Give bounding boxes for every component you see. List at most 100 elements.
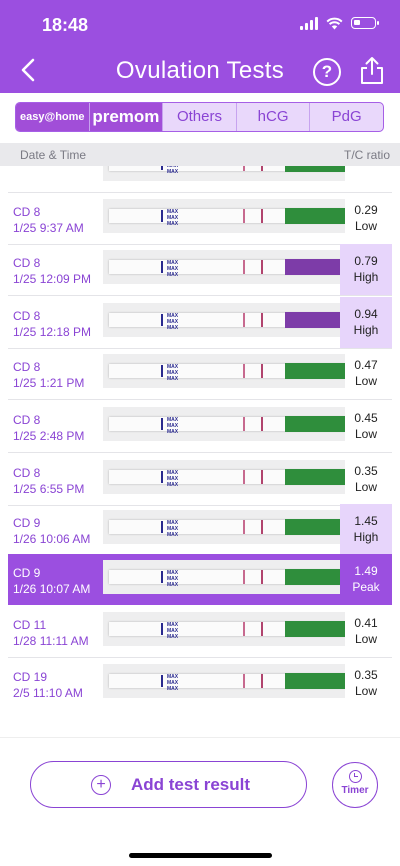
date-time-column-label: Date & Time <box>20 148 87 162</box>
test-date-time: CD 19 2/5 11:10 AM <box>13 669 103 701</box>
strip-arrow-mark <box>161 521 163 533</box>
tab-pdg[interactable]: PdG <box>310 103 383 131</box>
strip-arrow-mark <box>161 675 163 687</box>
test-line <box>243 364 245 378</box>
tc-ratio-cell: 0.45 Low <box>340 401 392 452</box>
clock-icon <box>348 770 362 783</box>
strip-max-label: MAXMAXMAX <box>167 364 179 382</box>
test-line <box>243 166 245 171</box>
lh-level-label: Low <box>354 480 377 494</box>
test-strip-photo: MAXMAXMAX <box>103 510 345 544</box>
tab-hcg[interactable]: hCG <box>237 103 311 131</box>
strip-wick <box>285 363 345 379</box>
cycle-day-label: CD 8 <box>13 256 41 270</box>
cycle-day-label: CD 8 <box>13 360 41 374</box>
cycle-day-label: CD 11 <box>13 618 47 632</box>
bottom-divider <box>0 737 400 738</box>
strip-arrow-mark <box>161 471 163 483</box>
test-result-row[interactable]: CD 8 1/25 12:09 PM MAX MAX MAX 0.79 High <box>8 244 392 296</box>
test-line <box>243 313 245 327</box>
cycle-day-label: CD 19 <box>13 670 48 684</box>
lh-level-label: High <box>353 530 379 544</box>
test-line <box>243 520 245 534</box>
test-result-row[interactable]: CD 19 2/5 11:10 AM MAX MAX MAX 0.35 Low <box>8 658 392 706</box>
tc-ratio-cell: 1.49 Peak <box>340 554 392 605</box>
plus-circle-icon: + <box>91 775 111 795</box>
test-strip-photo: MAXMAXMAX <box>103 250 345 284</box>
test-strip-photo: MAXMAXMAX <box>103 612 345 646</box>
test-date-label: 1/24 8:38 PM <box>13 166 103 168</box>
tc-ratio-value: 1.49 <box>354 564 378 578</box>
test-date-time: CD 8 1/25 6:55 PM <box>13 465 103 497</box>
test-result-row[interactable]: CD 8 1/25 6:55 PM MAX MAX MAX 0.35 Low <box>8 454 392 506</box>
strip-arrow-mark <box>161 623 163 635</box>
tc-ratio-value: 0.29 <box>354 203 378 217</box>
strip-arrow-mark <box>161 571 163 583</box>
tc-ratio-value: 0.94 <box>354 307 378 321</box>
strip-max-label: MAXMAXMAX <box>167 209 179 227</box>
tc-ratio-cell: 0.94 High <box>340 297 392 348</box>
test-date-time: CD 8 1/25 12:18 PM <box>13 308 103 340</box>
add-test-result-button[interactable]: + Add test result <box>30 761 307 808</box>
tab-easy-at-home[interactable]: easy@home <box>16 103 90 131</box>
strip-wick <box>285 416 345 432</box>
cycle-day-label: CD 9 <box>13 566 41 580</box>
tab-others[interactable]: Others <box>163 103 237 131</box>
strip-max-label: MAXMAXMAX <box>167 313 179 331</box>
help-button[interactable]: ? <box>313 58 341 86</box>
control-line <box>261 364 263 378</box>
test-strip-photo: MAXMAXMAX <box>103 460 345 494</box>
test-result-row[interactable]: CD 9 1/26 10:06 AM MAX MAX MAX 1.45 High <box>8 504 392 556</box>
test-result-row[interactable]: CD 8 1/25 9:37 AM MAX MAX MAX 0.29 Low <box>8 193 392 245</box>
add-test-result-label: Add test result <box>131 775 251 794</box>
ratio-column-label: T/C ratio <box>343 148 390 162</box>
control-line <box>261 520 263 534</box>
test-line <box>243 417 245 431</box>
test-date-label: 1/25 12:09 PM <box>13 272 92 286</box>
control-line <box>261 622 263 636</box>
test-date-label: 1/25 9:37 AM <box>13 221 84 235</box>
test-date-label: 1/26 10:07 AM <box>13 582 91 596</box>
test-result-row[interactable]: CD 9 1/26 10:07 AM MAX MAX MAX 1.49 Peak <box>8 554 392 605</box>
strip-arrow-mark <box>161 418 163 430</box>
control-line <box>261 417 263 431</box>
control-line <box>261 209 263 223</box>
strip-max-label: MAXMAXMAX <box>167 260 179 278</box>
status-icons <box>300 16 379 30</box>
test-result-row[interactable]: CD 8 1/25 1:21 PM MAX MAX MAX 0.47 Low <box>8 348 392 400</box>
test-date-label: 1/26 10:06 AM <box>13 532 91 546</box>
timer-label: Timer <box>341 785 369 796</box>
tc-ratio-value: 0.41 <box>354 616 378 630</box>
strip-wick <box>285 312 345 328</box>
tc-ratio-cell: 0.35 Low <box>340 454 392 505</box>
test-date-label: 1/28 11:11 AM <box>13 634 89 648</box>
test-line <box>243 570 245 584</box>
test-result-row[interactable]: CD 11 1/28 11:11 AM MAX MAX MAX 0.41 Low <box>8 606 392 658</box>
control-line <box>261 470 263 484</box>
strip-max-label: MAXMAXMAX <box>167 520 179 538</box>
strip-arrow-mark <box>161 314 163 326</box>
app-header: 18:48 Ovulation Tests ? <box>0 0 400 93</box>
strip-max-label: MAXMAXMAX <box>167 470 179 488</box>
cycle-day-label: CD 8 <box>13 466 41 480</box>
control-line <box>261 570 263 584</box>
test-date-time: CD 9 1/26 10:06 AM <box>13 515 103 547</box>
tab-premom[interactable]: premom <box>89 103 164 131</box>
strip-max-label: MAXMAXMAX <box>167 166 179 175</box>
test-date-time: CD 8 1/25 12:09 PM <box>13 255 103 287</box>
test-result-row[interactable]: CD 8 1/25 12:18 PM MAX MAX MAX 0.94 High <box>8 297 392 349</box>
test-date-time: CD 8 1/25 1:21 PM <box>13 359 103 391</box>
tc-ratio-value: 0.45 <box>354 411 378 425</box>
strip-arrow-mark <box>161 166 163 170</box>
strip-wick <box>285 519 345 535</box>
tc-ratio-cell: 1.45 High <box>340 504 392 555</box>
timer-button[interactable]: Timer <box>332 762 378 808</box>
strip-wick <box>285 621 345 637</box>
test-result-row[interactable]: CD 8 1/25 2:48 PM MAX MAX MAX 0.45 Low <box>8 401 392 453</box>
share-icon[interactable] <box>358 56 386 86</box>
test-strip-photo: MAXMAXMAX <box>103 199 345 233</box>
test-result-row[interactable]: 1/24 8:38 PM MAXMAXMAX Low <box>8 166 392 193</box>
test-result-list[interactable]: 1/24 8:38 PM MAXMAXMAX Low CD 8 1/25 9:37 AM… <box>0 166 400 706</box>
test-date-label: 1/25 1:21 PM <box>13 376 85 390</box>
tc-ratio-cell: 0.35 Low <box>340 658 392 706</box>
